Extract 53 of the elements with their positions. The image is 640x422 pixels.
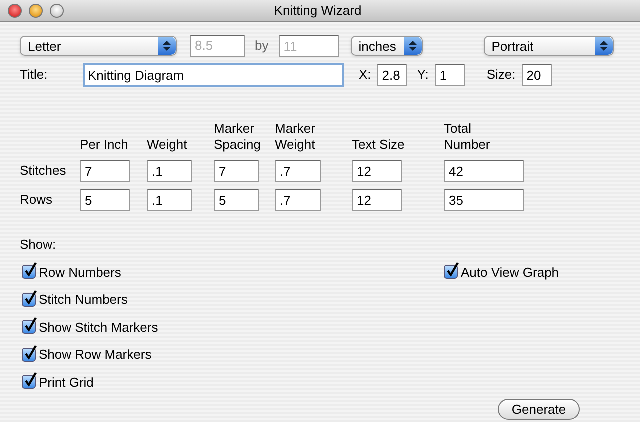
orientation-select[interactable]: Portrait <box>484 36 614 56</box>
number-field[interactable]: 42 <box>444 160 524 182</box>
stepper-icon <box>404 37 422 55</box>
by-label: by <box>255 37 269 56</box>
show-label: Show: <box>19 236 58 254</box>
column-header: Total Number <box>444 121 492 153</box>
checkbox-label: Auto View Graph <box>461 264 560 282</box>
stepper-icon <box>158 37 176 55</box>
zoom-button[interactable] <box>50 4 64 18</box>
checkbox-label: Row Numbers <box>39 264 122 282</box>
paper-size-select[interactable]: Letter <box>20 36 177 56</box>
position-field[interactable]: 20 <box>522 64 552 86</box>
column-header: Weight <box>147 137 188 153</box>
number-field[interactable]: 5 <box>80 189 130 211</box>
close-button[interactable] <box>8 4 22 18</box>
number-field[interactable]: 7 <box>80 160 130 182</box>
checkbox[interactable] <box>444 265 458 280</box>
checkbox-label: Show Stitch Markers <box>39 318 158 336</box>
minimize-button[interactable] <box>29 4 43 18</box>
checkbox[interactable] <box>22 375 36 390</box>
position-field[interactable]: 2.8 <box>377 64 408 86</box>
row-label: Rows <box>20 191 54 210</box>
number-field[interactable]: .7 <box>275 160 321 182</box>
number-field[interactable]: 7 <box>214 160 259 182</box>
checkbox[interactable] <box>22 265 36 280</box>
number-field[interactable]: 5 <box>214 189 259 211</box>
position-label: Size: <box>486 66 516 84</box>
checkbox-label: Show Row Markers <box>39 346 152 364</box>
column-header: Per Inch <box>80 137 130 153</box>
position-field[interactable]: 1 <box>434 64 465 86</box>
units-select[interactable]: inches <box>350 36 423 56</box>
number-field[interactable]: 12 <box>352 189 402 211</box>
stepper-icon <box>594 37 613 55</box>
position-label: X: <box>359 66 372 84</box>
number-field[interactable]: 12 <box>352 160 402 182</box>
checkbox-label: Stitch Numbers <box>39 291 128 309</box>
checkbox[interactable] <box>22 292 36 307</box>
column-header: Text Size <box>352 137 406 153</box>
column-header: Marker Weight <box>275 121 316 153</box>
title-label: Title: <box>20 66 49 84</box>
title-field[interactable]: Knitting Diagram <box>83 63 344 87</box>
checkbox[interactable] <box>22 348 36 362</box>
number-field[interactable]: .7 <box>275 189 321 211</box>
generate-button[interactable]: Generate <box>498 399 580 420</box>
number-field[interactable]: .1 <box>147 189 192 211</box>
checkbox-label: Print Grid <box>39 374 94 392</box>
position-label: Y: <box>417 66 429 84</box>
number-field[interactable]: 35 <box>444 189 524 211</box>
number-field[interactable]: .1 <box>147 160 192 182</box>
checkbox[interactable] <box>22 320 36 334</box>
row-label: Stitches <box>20 162 68 180</box>
window-title: Knitting Wizard <box>273 2 363 20</box>
column-header: Marker Spacing <box>214 121 262 153</box>
